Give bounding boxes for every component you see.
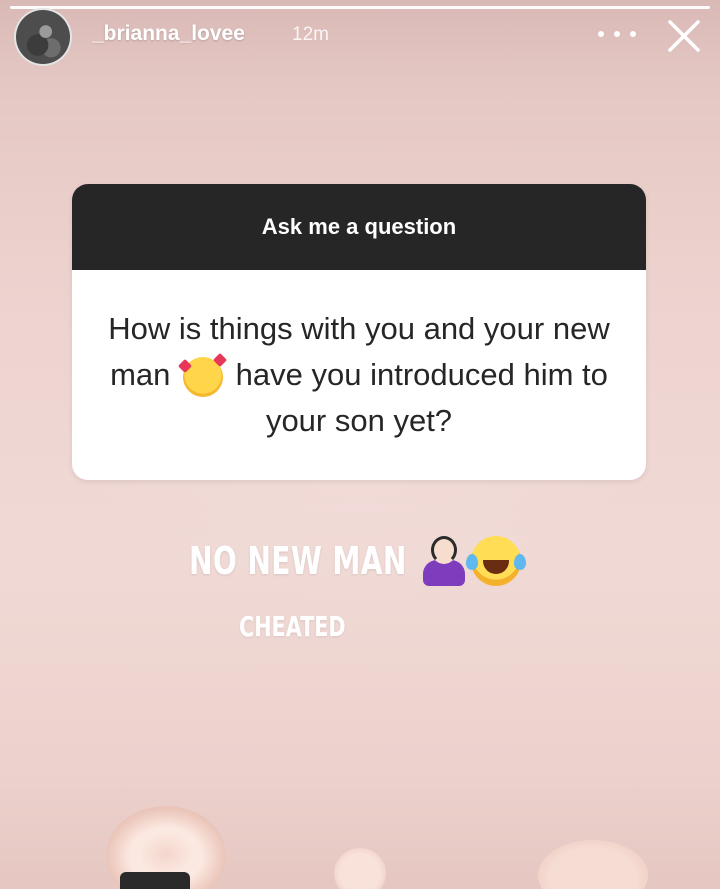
question-sticker[interactable]: Ask me a question How is things with you…	[72, 184, 646, 480]
reply-text-secondary: CHEATED	[239, 610, 346, 643]
question-text: How is things with you and your new man …	[92, 306, 626, 444]
vase-decoration	[120, 872, 190, 889]
username[interactable]: _brianna_lovee	[92, 22, 245, 46]
question-sticker-body: How is things with you and your new man …	[72, 270, 646, 480]
reply-text-main: NO NEW MAN	[189, 539, 407, 583]
reply-line-1: NO NEW MAN	[189, 536, 526, 586]
more-options-icon[interactable]	[598, 22, 636, 46]
face-with-tears-of-joy-icon	[466, 536, 526, 586]
question-text-part2: have you introduced him to your son yet?	[235, 357, 608, 438]
woman-shrugging-icon	[419, 536, 469, 586]
avatar[interactable]	[14, 8, 72, 66]
close-icon[interactable]	[662, 14, 706, 58]
story-timestamp: 12m	[292, 24, 329, 45]
question-sticker-header: Ask me a question	[72, 184, 646, 270]
story-progress-bar	[10, 6, 710, 9]
question-sticker-title: Ask me a question	[261, 214, 457, 239]
rose-decoration-middle	[334, 848, 386, 889]
story-progress-fill	[10, 6, 710, 9]
smiling-face-with-hearts-icon	[183, 356, 224, 397]
